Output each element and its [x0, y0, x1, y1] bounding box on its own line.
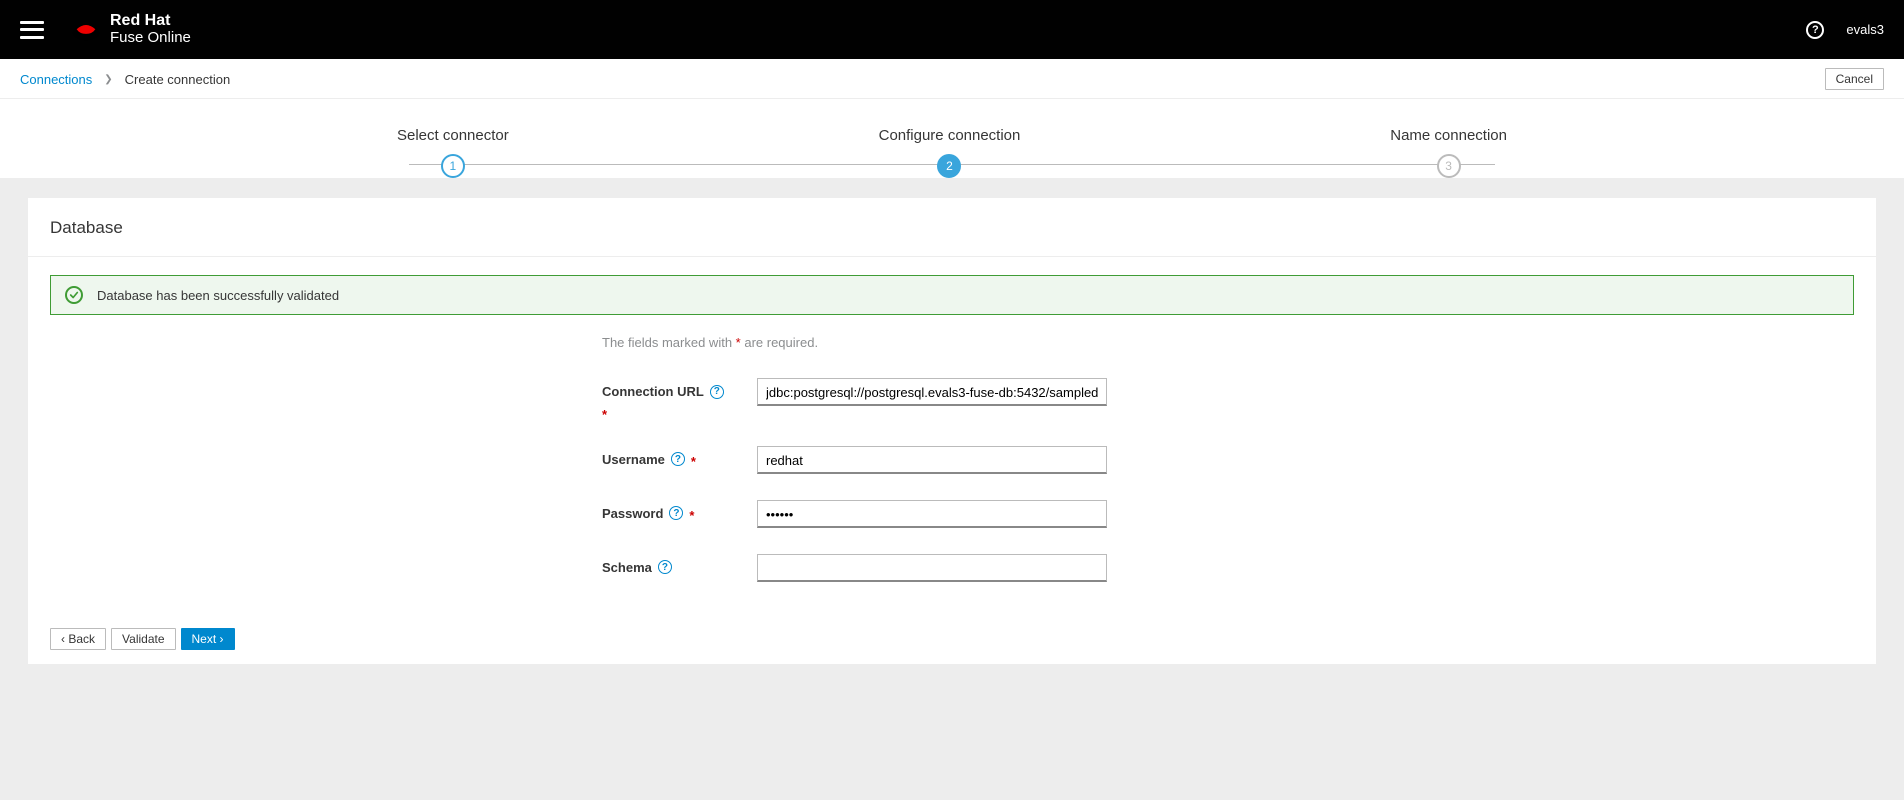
chevron-right-icon: ❯	[104, 74, 112, 85]
form-row-username: Username ? *	[602, 446, 1302, 474]
form: The fields marked with * are required. C…	[602, 335, 1302, 582]
label-text: Schema	[602, 560, 652, 575]
username-label[interactable]: evals3	[1846, 22, 1884, 37]
form-hint: The fields marked with * are required.	[602, 335, 1302, 350]
form-hint-prefix: The fields marked with	[602, 335, 736, 350]
check-circle-icon	[65, 286, 83, 304]
label-text: Connection URL	[602, 384, 704, 399]
chevron-right-icon: ›	[216, 632, 223, 646]
card-body: Database has been successfully validated…	[28, 257, 1876, 616]
form-label: Username ? *	[602, 446, 757, 467]
required-star: *	[602, 407, 741, 422]
required-star: *	[689, 508, 694, 523]
alert-success: Database has been successfully validated	[50, 275, 1854, 315]
form-input-wrapper	[757, 554, 1302, 582]
label-text: Username	[602, 452, 665, 467]
back-label: Back	[68, 632, 95, 646]
form-hint-suffix: are required.	[741, 335, 818, 350]
form-row-schema: Schema ?	[602, 554, 1302, 582]
form-label: Connection URL ? *	[602, 378, 757, 420]
schema-field[interactable]	[757, 554, 1107, 582]
form-row-connection-url: Connection URL ? *	[602, 378, 1302, 420]
card-footer: ‹ Back Validate Next ›	[28, 616, 1876, 664]
card-title: Database	[28, 198, 1876, 257]
masthead: Red Hat Fuse Online ? evals3	[0, 0, 1904, 59]
wizard-step-label: Select connector	[397, 127, 509, 144]
masthead-left: Red Hat Fuse Online	[20, 12, 191, 46]
help-circle-icon[interactable]: ?	[671, 452, 685, 466]
wizard-step-circle: 1	[441, 154, 465, 178]
brand: Red Hat Fuse Online	[72, 12, 191, 46]
brand-text: Red Hat Fuse Online	[110, 12, 191, 46]
next-label: Next	[192, 632, 217, 646]
wizard-wrapper: Select connector 1 Configure connection …	[0, 99, 1904, 178]
cancel-button[interactable]: Cancel	[1825, 68, 1884, 90]
brand-subtitle: Fuse Online	[110, 30, 191, 47]
wizard-step-3[interactable]: Name connection 3	[1390, 127, 1507, 178]
breadcrumb-bar: Connections ❯ Create connection Cancel	[0, 59, 1904, 99]
help-circle-icon[interactable]: ?	[658, 560, 672, 574]
username-field[interactable]	[757, 446, 1107, 474]
menu-toggle-button[interactable]	[20, 21, 44, 39]
wizard-steps: Select connector 1 Configure connection …	[397, 127, 1507, 178]
breadcrumb: Connections ❯ Create connection	[20, 72, 230, 87]
form-label: Schema ?	[602, 554, 757, 575]
breadcrumb-current: Create connection	[125, 72, 231, 87]
help-circle-icon[interactable]: ?	[710, 385, 724, 399]
wizard-step-label: Name connection	[1390, 127, 1507, 144]
form-input-wrapper	[757, 378, 1302, 406]
form-input-wrapper	[757, 446, 1302, 474]
wizard-step-2[interactable]: Configure connection 2	[879, 127, 1021, 178]
form-input-wrapper	[757, 500, 1302, 528]
card-database: Database Database has been successfully …	[28, 198, 1876, 664]
next-button[interactable]: Next ›	[181, 628, 235, 650]
alert-text: Database has been successfully validated	[97, 288, 339, 303]
back-button[interactable]: ‹ Back	[50, 628, 106, 650]
validate-button[interactable]: Validate	[111, 628, 175, 650]
breadcrumb-link-connections[interactable]: Connections	[20, 72, 92, 87]
help-icon[interactable]: ?	[1806, 21, 1824, 39]
wizard-step-label: Configure connection	[879, 127, 1021, 144]
required-star: *	[691, 454, 696, 469]
help-circle-icon[interactable]: ?	[669, 506, 683, 520]
brand-title: Red Hat	[110, 12, 191, 30]
label-text: Password	[602, 506, 663, 521]
form-label: Password ? *	[602, 500, 757, 521]
connection-url-field[interactable]	[757, 378, 1107, 406]
form-row-password: Password ? *	[602, 500, 1302, 528]
masthead-right: ? evals3	[1806, 21, 1884, 39]
wizard-step-circle: 3	[1437, 154, 1461, 178]
wizard-step-circle: 2	[937, 154, 961, 178]
password-field[interactable]	[757, 500, 1107, 528]
wizard-step-1[interactable]: Select connector 1	[397, 127, 509, 178]
redhat-icon	[72, 19, 100, 41]
